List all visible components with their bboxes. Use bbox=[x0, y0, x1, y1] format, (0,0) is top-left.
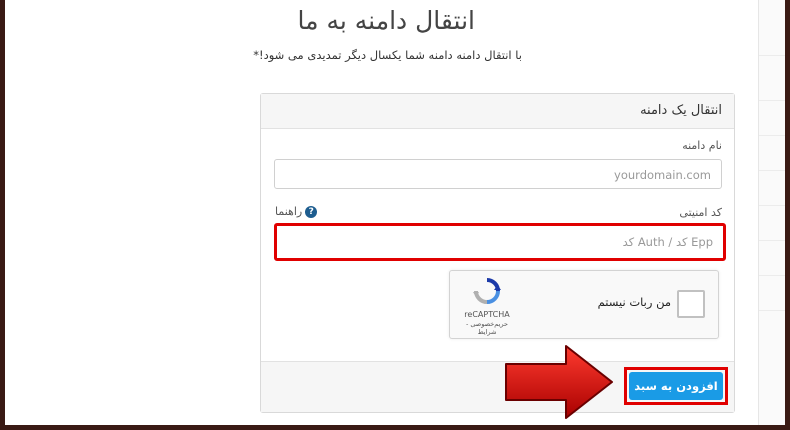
domain-name-input[interactable]: yourdomain.com bbox=[274, 159, 722, 189]
recaptcha-brand: reCAPTCHA bbox=[464, 310, 510, 319]
panel-footer: افزودن به سبد bbox=[261, 361, 734, 412]
help-link-label: راهنما bbox=[275, 205, 303, 218]
panel-heading: انتقال یک دامنه bbox=[261, 94, 734, 129]
page-title: انتقال دامنه به ما bbox=[5, 6, 740, 35]
page-title-text: انتقال دامنه به ما bbox=[297, 6, 475, 35]
page: انتقال دامنه به ما با انتقال دامنه دامنه… bbox=[5, 0, 785, 425]
recaptcha-logo-icon bbox=[473, 278, 501, 304]
help-link[interactable]: ? راهنما bbox=[275, 205, 318, 218]
transfer-domain-panel: انتقال یک دامنه نام دامنه yourdomain.com… bbox=[260, 93, 735, 413]
recaptcha-terms: حریم‌خصوصی - شرایط bbox=[465, 320, 509, 336]
auth-code-input[interactable]: Epp کد / Auth کد bbox=[274, 223, 726, 261]
page-subtitle: با انتقال دامنه دامنه شما یکسال دیگر تمد… bbox=[253, 48, 522, 62]
auth-code-label: کد امنیتی bbox=[679, 206, 722, 219]
question-circle-icon: ? bbox=[305, 205, 318, 218]
domain-name-label: نام دامنه bbox=[682, 139, 722, 152]
recaptcha-checkbox-label: من ربات نیستم bbox=[597, 295, 671, 309]
submit-highlight: افزودن به سبد bbox=[624, 367, 728, 405]
arrow-right-icon bbox=[505, 345, 613, 419]
recaptcha-logo: reCAPTCHA حریم‌خصوصی - شرایط bbox=[460, 277, 514, 336]
recaptcha-widget: من ربات نیستم reCAPTCHA حریم‌خصوصی - شرا… bbox=[449, 270, 719, 339]
add-to-cart-button[interactable]: افزودن به سبد bbox=[629, 372, 723, 400]
right-sidebar-strip bbox=[758, 0, 785, 425]
recaptcha-checkbox[interactable] bbox=[677, 290, 705, 318]
